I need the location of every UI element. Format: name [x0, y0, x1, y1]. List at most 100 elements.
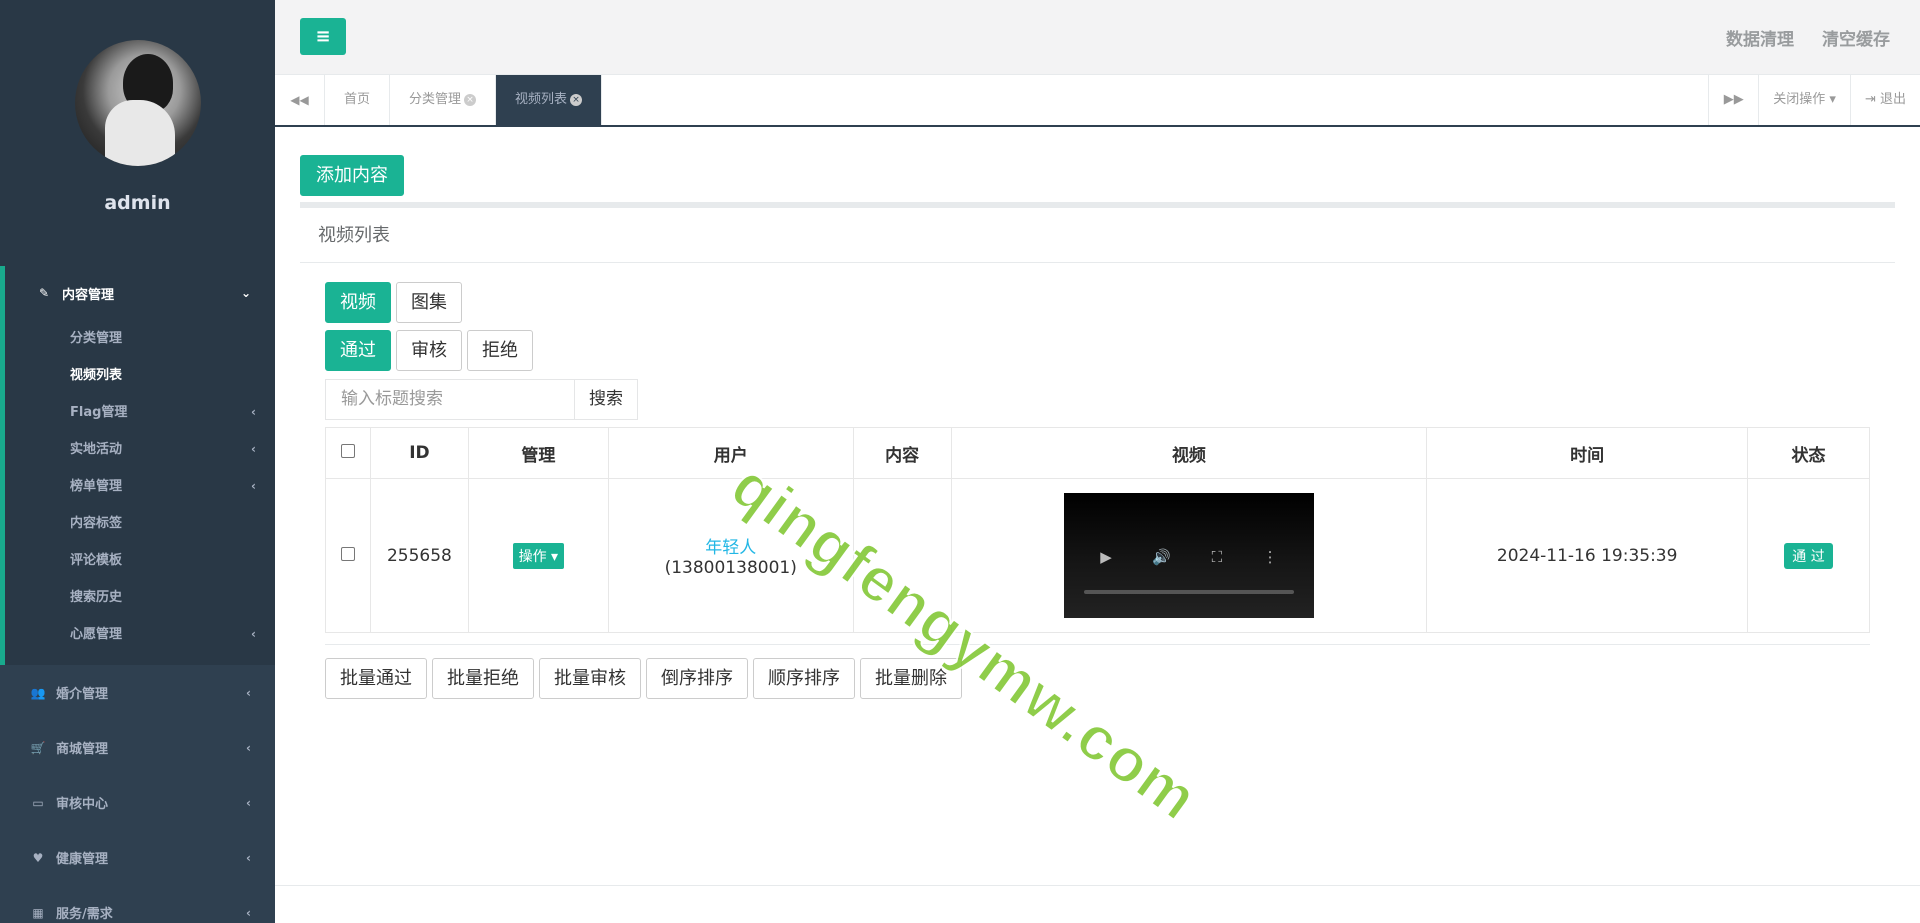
col-time: 时间: [1426, 427, 1749, 479]
video-progress-bar[interactable]: [1083, 590, 1294, 594]
logout-label: 退出: [1879, 92, 1906, 107]
submenu-item-ranking[interactable]: 榜单管理 ‹: [5, 468, 275, 505]
logout-button[interactable]: ⇥ 退出: [1849, 75, 1920, 125]
chevron-down-icon: ⌄: [240, 286, 251, 300]
main-content: 添加内容 视频列表 视频 图集 通过 审核 拒绝 输入标题搜索 搜索 ID 管理…: [275, 127, 1920, 923]
sort-desc-button[interactable]: 倒序排序: [646, 658, 748, 699]
menu-review-center[interactable]: ▭ 审核中心 ‹: [0, 775, 275, 830]
submenu-item-wish[interactable]: 心愿管理 ‹: [5, 616, 275, 653]
edit-icon: ✎: [38, 286, 50, 300]
fullscreen-icon[interactable]: ⛶: [1212, 548, 1223, 566]
user-name-link[interactable]: 年轻人: [609, 533, 853, 558]
play-icon[interactable]: ▶: [1100, 548, 1112, 566]
tabs-scroll-left-button[interactable]: ◀◀: [275, 75, 325, 125]
status-badge[interactable]: 通 过: [1784, 542, 1833, 569]
tab-label: 分类管理: [409, 92, 462, 107]
menu-matchmaking[interactable]: 👥 婚介管理 ‹: [0, 665, 275, 720]
tab-right-actions: ▶▶ 关闭操作 ▾ ⇥ 退出: [1708, 75, 1920, 125]
row-time: 2024-11-16 19:35:39: [1426, 478, 1749, 633]
submenu-item-tags[interactable]: 内容标签: [5, 505, 275, 542]
close-icon[interactable]: ×: [464, 93, 477, 106]
menu-mall[interactable]: 🛒 商城管理 ‹: [0, 720, 275, 775]
close-operations-dropdown[interactable]: 关闭操作 ▾: [1758, 75, 1850, 125]
chevron-left-icon: ‹: [251, 405, 256, 419]
tabs-bar: ◀◀ 首页 分类管理 × 视频列表 × ▶▶ 关闭操作 ▾ ⇥ 退出: [275, 75, 1920, 127]
chevron-left-icon: ‹: [251, 442, 256, 456]
select-all-checkbox[interactable]: [340, 444, 355, 458]
tabs-scroll-right-button[interactable]: ▶▶: [1708, 75, 1758, 125]
filter-gallery-button[interactable]: 图集: [396, 282, 462, 323]
tab-label: 视频列表: [515, 92, 568, 107]
monitor-icon: ▭: [32, 795, 44, 810]
calendar-icon: ▦: [32, 905, 44, 920]
close-icon[interactable]: ×: [570, 93, 583, 106]
submenu-label: 榜单管理: [70, 479, 123, 494]
tab-category[interactable]: 分类管理 ×: [390, 75, 497, 125]
search-bar: 输入标题搜索 搜索: [325, 379, 638, 420]
menu-toggle-button[interactable]: ≡: [300, 18, 346, 55]
chevron-left-icon: ‹: [246, 850, 251, 865]
top-links: 数据清理 清空缓存: [1726, 25, 1890, 50]
menu-content-management[interactable]: ✎ 内容管理 ⌄: [5, 266, 275, 320]
submenu-item-category[interactable]: 分类管理: [5, 320, 275, 357]
logout-icon: ⇥: [1864, 92, 1876, 107]
avatar[interactable]: [74, 40, 201, 166]
batch-delete-button[interactable]: 批量删除: [860, 658, 962, 699]
user-phone: (13800138001): [664, 558, 797, 578]
menu-service[interactable]: ▦ 服务/需求 ‹: [0, 885, 275, 923]
filter-approved-button[interactable]: 通过: [325, 330, 391, 371]
menu-label: 商城管理: [56, 742, 109, 757]
search-button[interactable]: 搜索: [575, 379, 638, 420]
panel-title: 视频列表: [318, 225, 390, 246]
tab-video-list[interactable]: 视频列表 ×: [496, 75, 603, 125]
menu-label: 健康管理: [56, 852, 109, 867]
batch-reject-button[interactable]: 批量拒绝: [432, 658, 534, 699]
double-chevron-right-icon: ▶▶: [1723, 92, 1744, 107]
menu-label: 婚介管理: [56, 687, 109, 702]
batch-approve-button[interactable]: 批量通过: [325, 658, 427, 699]
submenu-label: 评论模板: [70, 553, 123, 568]
filter-rejected-button[interactable]: 拒绝: [467, 330, 533, 371]
top-bar: ≡ 数据清理 清空缓存: [275, 0, 1920, 75]
row-id: 255658: [369, 478, 469, 633]
tab-home[interactable]: 首页: [325, 75, 391, 125]
users-icon: 👥: [30, 685, 46, 700]
submenu-item-flag[interactable]: Flag管理 ‹: [5, 394, 275, 431]
divider: [300, 262, 1895, 263]
row-status-cell: 通 过: [1747, 478, 1870, 633]
double-chevron-left-icon: ◀◀: [290, 93, 309, 107]
row-checkbox[interactable]: [340, 546, 355, 561]
submenu-item-activity[interactable]: 实地活动 ‹: [5, 431, 275, 468]
submenu-label: 分类管理: [70, 331, 123, 346]
clear-cache-link[interactable]: 清空缓存: [1822, 25, 1890, 50]
submenu-item-search-history[interactable]: 搜索历史: [5, 579, 275, 616]
operation-dropdown-button[interactable]: 操作 ▾: [512, 542, 565, 569]
add-content-button[interactable]: 添加内容: [300, 155, 404, 196]
menu-health[interactable]: ♥ 健康管理 ‹: [0, 830, 275, 885]
heart-icon: ♥: [32, 850, 44, 865]
chevron-left-icon: ‹: [246, 905, 251, 920]
video-player[interactable]: ▶ 🔊 ⛶ ⋮: [1063, 493, 1314, 618]
table-row: 255658 操作 ▾ 年轻人 (13800138001) ▶ 🔊 ⛶ ⋮ 20…: [325, 478, 1870, 633]
caret-down-icon: ▾: [551, 548, 559, 565]
chevron-left-icon: ‹: [246, 685, 251, 700]
sort-asc-button[interactable]: 顺序排序: [753, 658, 855, 699]
footer-divider: [275, 885, 1920, 886]
video-controls: ▶ 🔊 ⛶ ⋮: [1064, 548, 1314, 566]
chevron-left-icon: ‹: [251, 479, 256, 493]
submenu-item-video-list[interactable]: 视频列表: [5, 357, 275, 394]
col-content: 内容: [852, 427, 952, 479]
col-user: 用户: [607, 427, 854, 479]
filter-video-button[interactable]: 视频: [325, 282, 391, 323]
submenu-label: 搜索历史: [70, 590, 123, 605]
row-manage-cell: 操作 ▾: [467, 478, 609, 633]
search-input[interactable]: 输入标题搜索: [325, 379, 575, 420]
admin-name[interactable]: admin: [0, 192, 275, 214]
more-options-icon[interactable]: ⋮: [1263, 548, 1278, 566]
sidebar-menu: ✎ 内容管理 ⌄ 分类管理 视频列表 Flag管理 ‹ 实地活动 ‹ 榜单管理 ‹ 内…: [0, 266, 275, 923]
submenu-item-comment-template[interactable]: 评论模板: [5, 542, 275, 579]
filter-pending-button[interactable]: 审核: [396, 330, 462, 371]
volume-icon[interactable]: 🔊: [1152, 548, 1171, 566]
batch-review-button[interactable]: 批量审核: [539, 658, 641, 699]
data-cleanup-link[interactable]: 数据清理: [1726, 25, 1794, 50]
